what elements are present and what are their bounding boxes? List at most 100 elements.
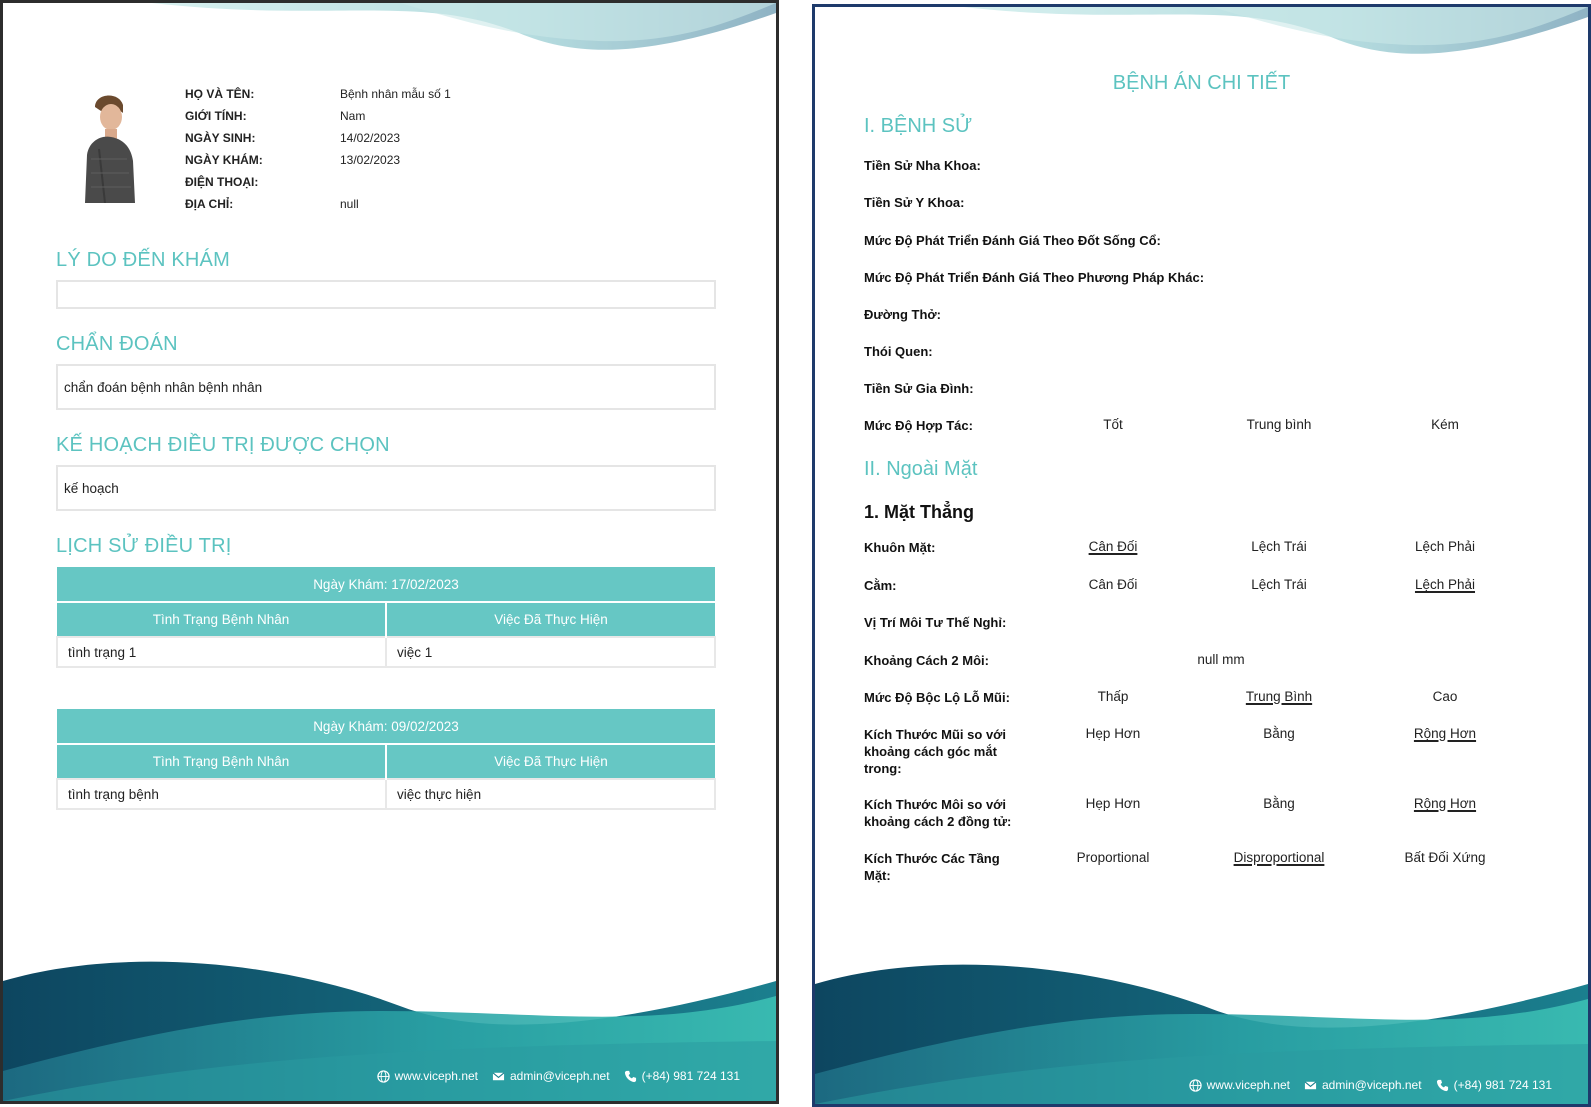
visit-date-value: 13/02/2023: [340, 153, 401, 167]
field-medical-history: Tiền Sử Y Khoa:: [864, 195, 965, 210]
gender-label: GIỚI TÍNH:: [185, 109, 247, 123]
field-dental-history: Tiền Sử Nha Khoa:: [864, 158, 981, 173]
field-cooperation: Mức Độ Hợp Tác:: [864, 418, 973, 433]
footer-website[interactable]: www.viceph.net: [376, 1069, 478, 1083]
col-status-header: Tình Trạng Bệnh Nhân: [57, 744, 387, 779]
envelope-icon: [492, 1071, 505, 1080]
face-thirds-option: Bất Đối Xứng: [1404, 850, 1486, 865]
footer-email[interactable]: admin@viceph.net: [1304, 1078, 1422, 1092]
email-text: admin@viceph.net: [1322, 1078, 1422, 1092]
status-cell: tình trạng 1: [56, 636, 387, 668]
chin-option: Lệch Trái: [1251, 577, 1307, 592]
visit-date-label: NGÀY KHÁM:: [185, 153, 263, 167]
col-status-header: Tình Trạng Bệnh Nhân: [57, 602, 387, 637]
field-face-thirds: Kích Thước Các Tầng Mặt:: [864, 851, 1000, 883]
birthdate-value: 14/02/2023: [340, 131, 401, 145]
done-cell: việc thực hiện: [385, 778, 716, 810]
name-value: Bệnh nhân mẫu số 1: [340, 87, 451, 101]
nose-width-option: Bằng: [1263, 726, 1295, 741]
patient-photo: [79, 89, 139, 203]
info-row-gender: GIỚI TÍNH: Nam: [185, 105, 605, 127]
col-done-header: Việc Đã Thực Hiện: [386, 744, 715, 779]
status-cell: tình trạng bệnh: [56, 778, 387, 810]
mouth-width-option: Bằng: [1263, 796, 1295, 811]
address-value: null: [340, 197, 359, 211]
info-row-birthdate: NGÀY SINH: 14/02/2023: [185, 127, 605, 149]
info-row-phone: ĐIỆN THOẠI:: [185, 171, 605, 193]
mouth-width-option-selected: Rộng Hơn: [1413, 796, 1477, 811]
phone-icon: [1436, 1079, 1448, 1091]
email-text: admin@viceph.net: [510, 1069, 610, 1083]
report-page-2: BỆNH ÁN CHI TIẾT I. BỆNH SỬ Tiền Sử Nha …: [812, 4, 1591, 1107]
field-family-history: Tiền Sử Gia Đình:: [864, 381, 974, 396]
nostril-option-selected: Trung Bình: [1245, 689, 1313, 704]
field-chin: Cằm:: [864, 578, 897, 593]
section-medical-history: I. BỆNH SỬ: [864, 115, 973, 137]
top-wave-decoration: [151, 3, 776, 50]
visit-table-2: Ngày Khám: 09/02/2023 Tình Trạng Bệnh Nh…: [56, 709, 716, 810]
done-cell: việc 1: [385, 636, 716, 668]
cooperation-option: Tốt: [1103, 417, 1123, 432]
field-other-growth: Mức Độ Phát Triển Đánh Giá Theo Phương P…: [864, 270, 1205, 285]
visit-table-1: Ngày Khám: 17/02/2023 Tình Trạng Bệnh Nh…: [56, 567, 716, 668]
diagnosis-box: chẩn đoán bệnh nhân bệnh nhân: [56, 364, 716, 410]
nostril-option: Cao: [1432, 689, 1458, 704]
face-option: Lệch Phải: [1414, 539, 1476, 554]
section-external-face: II. Ngoài Mặt: [864, 458, 978, 480]
field-habits: Thói Quen:: [864, 344, 933, 359]
globe-icon: [376, 1069, 390, 1083]
nose-width-option: Hẹp Hơn: [1085, 726, 1141, 741]
mouth-width-option: Hẹp Hơn: [1085, 796, 1141, 811]
plan-box: kế hoạch: [56, 465, 716, 511]
website-text: www.viceph.net: [1206, 1078, 1290, 1092]
chin-option: Cân Đối: [1088, 577, 1138, 592]
footer-email[interactable]: admin@viceph.net: [492, 1069, 610, 1083]
reason-title: LÝ DO ĐẾN KHÁM: [56, 249, 230, 271]
address-label: ĐỊA CHỈ:: [185, 197, 234, 211]
chin-option-selected: Lệch Phải: [1414, 577, 1476, 592]
visit-date-header: Ngày Khám: 09/02/2023: [57, 709, 715, 745]
field-cervical-growth: Mức Độ Phát Triển Đánh Giá Theo Đốt Sống…: [864, 233, 1161, 248]
field-lip-rest-position: Vị Trí Môi Tư Thế Nghỉ:: [864, 615, 1007, 630]
phone-label: ĐIỆN THOẠI:: [185, 175, 259, 189]
face-thirds-option-selected: Disproportional: [1233, 850, 1325, 865]
globe-icon: [1188, 1078, 1202, 1092]
gender-value: Nam: [340, 109, 366, 123]
info-row-visit-date: NGÀY KHÁM: 13/02/2023: [185, 149, 605, 171]
info-row-address: ĐỊA CHỈ: null: [185, 193, 605, 215]
footer-website[interactable]: www.viceph.net: [1188, 1078, 1290, 1092]
field-nose-width: Kích Thước Mũi so với khoảng cách góc mắ…: [864, 727, 1007, 776]
plan-title: KẾ HOẠCH ĐIỀU TRỊ ĐƯỢC CHỌN: [56, 434, 390, 456]
field-lip-gap: Khoảng Cách 2 Môi:: [864, 653, 989, 668]
field-mouth-width: Kích Thước Môi so với khoảng cách 2 đồng…: [864, 797, 1012, 829]
cooperation-option: Kém: [1431, 417, 1459, 432]
report-page-1: HỌ VÀ TÊN: Bệnh nhân mẫu số 1 GIỚI TÍNH:…: [0, 0, 779, 1104]
face-thirds-option: Proportional: [1076, 850, 1150, 865]
col-done-header: Việc Đã Thực Hiện: [386, 602, 715, 637]
name-label: HỌ VÀ TÊN:: [185, 87, 255, 101]
visit-date-header: Ngày Khám: 17/02/2023: [57, 567, 715, 603]
nose-width-option-selected: Rộng Hơn: [1413, 726, 1477, 741]
field-nostril-exposure: Mức Độ Bộc Lộ Lỗ Mũi:: [864, 690, 1010, 705]
top-wave-decoration: [963, 7, 1588, 54]
website-text: www.viceph.net: [394, 1069, 478, 1083]
envelope-icon: [1304, 1080, 1317, 1089]
info-row-name: HỌ VÀ TÊN: Bệnh nhân mẫu số 1: [185, 83, 605, 105]
lip-gap-value: null mm: [1197, 652, 1245, 667]
field-face-shape: Khuôn Mặt:: [864, 540, 936, 555]
footer-contacts: www.viceph.net admin@viceph.net (+84) 98…: [376, 1069, 740, 1083]
subsection-frontal-face: 1. Mặt Thẳng: [864, 502, 975, 522]
cooperation-option: Trung bình: [1246, 417, 1312, 432]
face-option-selected: Cân Đối: [1088, 539, 1138, 554]
reason-box: [56, 280, 716, 309]
phone-text: (+84) 981 724 131: [1453, 1078, 1552, 1092]
phone-text: (+84) 981 724 131: [641, 1069, 740, 1083]
history-title: LỊCH SỬ ĐIỀU TRỊ: [56, 535, 232, 557]
footer-phone[interactable]: (+84) 981 724 131: [1436, 1078, 1552, 1092]
phone-icon: [624, 1070, 636, 1082]
face-option: Lệch Trái: [1251, 539, 1307, 554]
footer-contacts: www.viceph.net admin@viceph.net (+84) 98…: [1188, 1078, 1552, 1092]
footer-phone[interactable]: (+84) 981 724 131: [624, 1069, 740, 1083]
birthdate-label: NGÀY SINH:: [185, 131, 256, 145]
document-title: BỆNH ÁN CHI TIẾT: [1112, 72, 1291, 94]
